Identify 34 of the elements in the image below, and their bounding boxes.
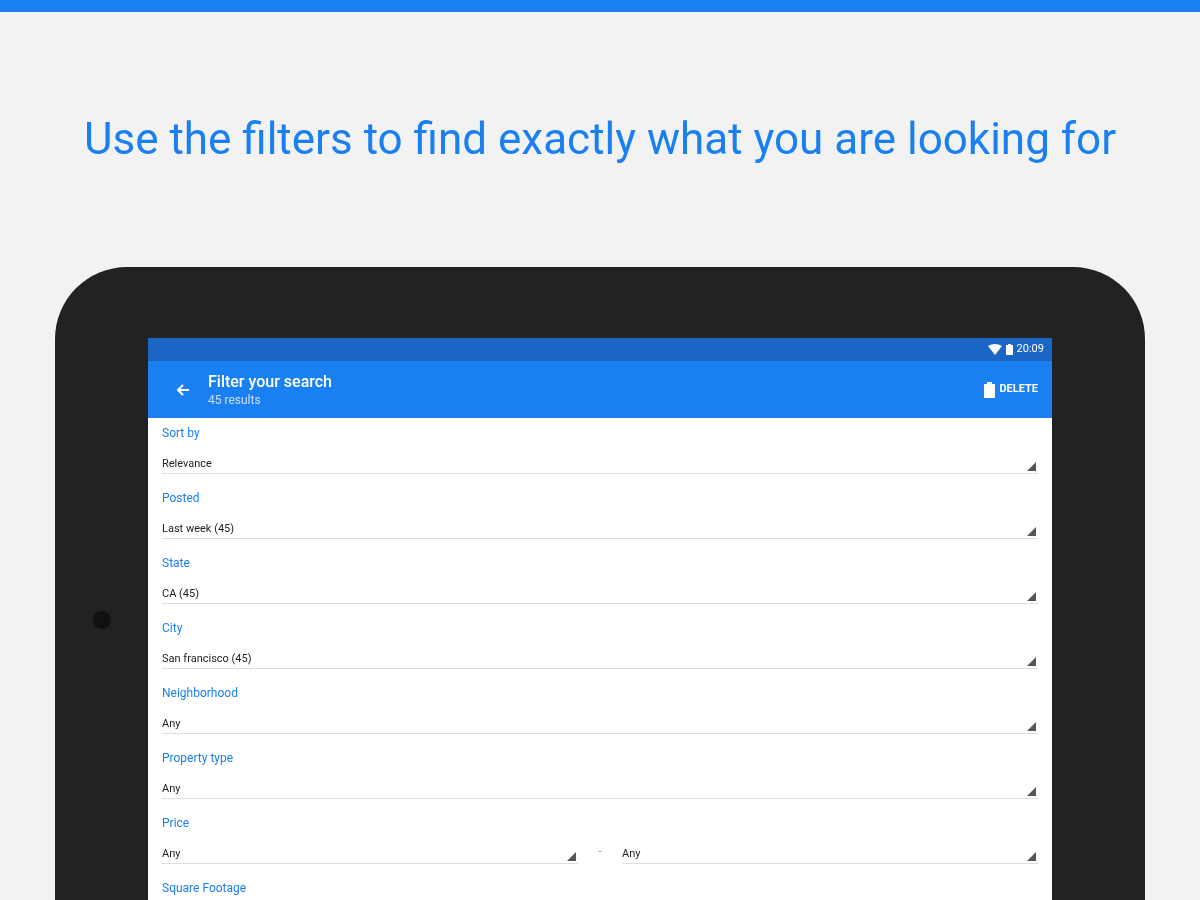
field-label: Neighborhood	[162, 685, 238, 702]
dropdown-arrow-icon	[1027, 657, 1036, 666]
delete-button[interactable]: DELETE	[984, 381, 1038, 398]
dropdown-field[interactable]: Last week (45)	[162, 515, 1038, 539]
field-label: City	[162, 620, 183, 637]
dropdown-arrow-icon	[567, 852, 576, 861]
field-label: Square Footage	[162, 880, 247, 897]
dropdown-field[interactable]: Any	[162, 775, 1038, 799]
dropdown-arrow-icon	[1027, 722, 1036, 731]
dropdown-arrow-icon	[1027, 527, 1036, 536]
dropdown-field[interactable]: Relevance	[162, 450, 1038, 474]
trash-icon	[984, 381, 996, 398]
dropdown-arrow-icon	[1027, 592, 1036, 601]
dropdown-arrow-icon	[1027, 852, 1036, 861]
results-count: 45 results	[208, 391, 262, 408]
wifi-icon	[987, 344, 1002, 355]
battery-icon	[1005, 344, 1013, 355]
field-label: Property type	[162, 750, 234, 767]
screen-title: Filter your search	[208, 371, 332, 392]
headline: Use the filters to find exactly what you are looking for	[83, 114, 1117, 164]
dropdown-field[interactable]: CA (45)	[162, 580, 1038, 604]
field-label: Sort by	[162, 425, 200, 442]
status-time: 20:09	[1016, 341, 1044, 358]
dropdown-field[interactable]: Any	[622, 840, 1038, 864]
dropdown-field[interactable]: Any	[162, 710, 1038, 734]
range-separator: -	[597, 843, 603, 860]
field-label: State	[162, 555, 190, 572]
field-label: Posted	[162, 490, 200, 507]
back-button[interactable]	[175, 381, 191, 398]
field-label: Price	[162, 815, 190, 832]
dropdown-field[interactable]: Any	[162, 840, 578, 864]
dropdown-arrow-icon	[1027, 462, 1036, 471]
dropdown-field[interactable]: San francisco (45)	[162, 645, 1038, 669]
dropdown-arrow-icon	[1027, 787, 1036, 796]
